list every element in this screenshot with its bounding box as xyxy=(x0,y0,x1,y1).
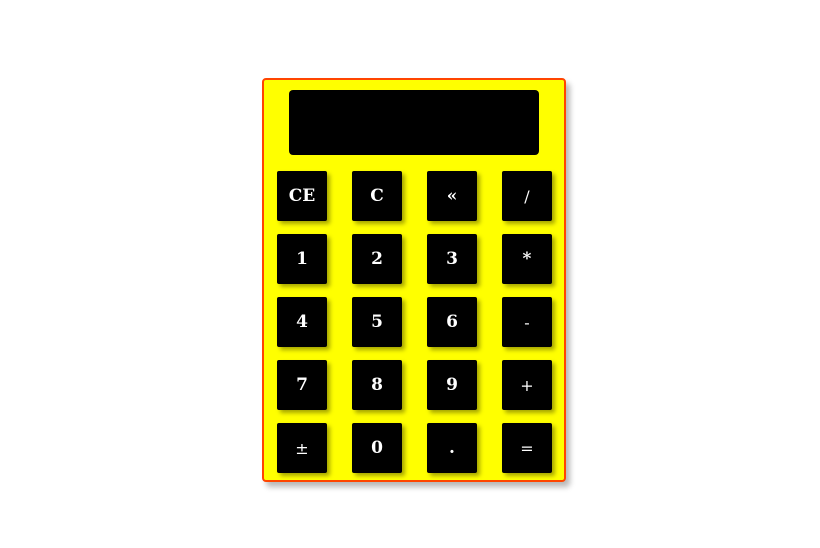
calculator: CE C « / 1 2 3 * 4 5 6 - 7 8 9 + ± 0 . = xyxy=(262,78,566,482)
equals-button[interactable]: = xyxy=(502,423,552,473)
digit-5-button[interactable]: 5 xyxy=(352,297,402,347)
digit-7-button[interactable]: 7 xyxy=(277,360,327,410)
digit-6-button[interactable]: 6 xyxy=(427,297,477,347)
divide-button[interactable]: / xyxy=(502,171,552,221)
digit-8-button[interactable]: 8 xyxy=(352,360,402,410)
backspace-button[interactable]: « xyxy=(427,171,477,221)
multiply-button[interactable]: * xyxy=(502,234,552,284)
digit-9-button[interactable]: 9 xyxy=(427,360,477,410)
digit-2-button[interactable]: 2 xyxy=(352,234,402,284)
digit-3-button[interactable]: 3 xyxy=(427,234,477,284)
digit-4-button[interactable]: 4 xyxy=(277,297,327,347)
subtract-button[interactable]: - xyxy=(502,297,552,347)
toggle-sign-button[interactable]: ± xyxy=(277,423,327,473)
digit-1-button[interactable]: 1 xyxy=(277,234,327,284)
clear-button[interactable]: C xyxy=(352,171,402,221)
digit-0-button[interactable]: 0 xyxy=(352,423,402,473)
calculator-display xyxy=(289,90,539,155)
calculator-keypad: CE C « / 1 2 3 * 4 5 6 - 7 8 9 + ± 0 . = xyxy=(277,171,552,473)
clear-entry-button[interactable]: CE xyxy=(277,171,327,221)
decimal-button[interactable]: . xyxy=(427,423,477,473)
backspace-icon: « xyxy=(446,186,458,206)
add-button[interactable]: + xyxy=(502,360,552,410)
